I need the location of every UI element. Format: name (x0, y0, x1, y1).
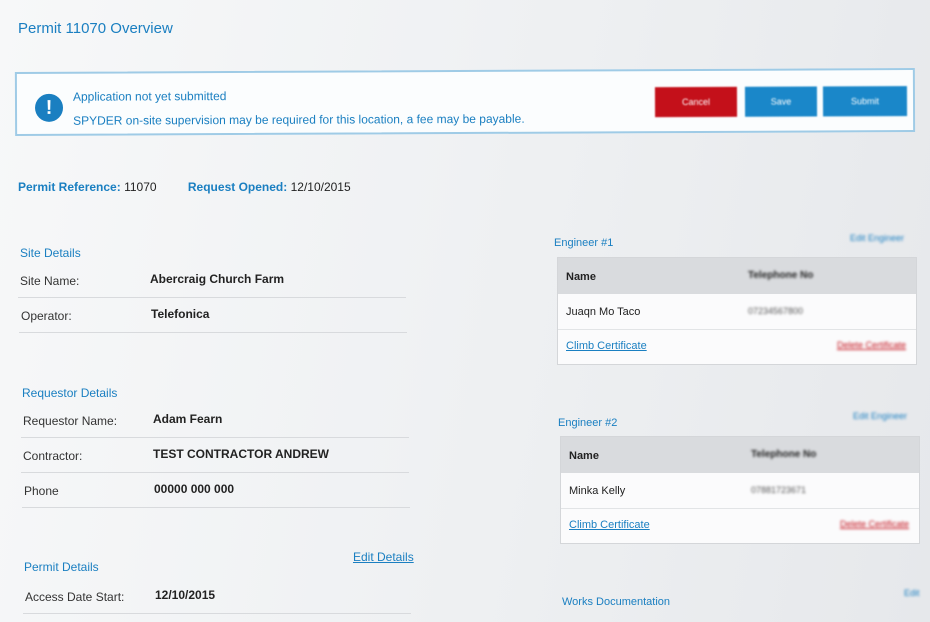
edit-works-link[interactable]: Edit (904, 588, 920, 598)
table-row: Minka Kelly 07881723671 (561, 473, 919, 509)
field-value: Telefonica (151, 307, 210, 321)
save-button[interactable]: Save (744, 86, 818, 117)
field-label: Operator: (21, 309, 72, 323)
page-title: Permit 11070 Overview (18, 20, 173, 37)
field-value: Adam Fearn (153, 412, 223, 426)
site-details-title: Site Details (20, 246, 81, 260)
field-value: 00000 000 000 (154, 482, 235, 496)
engineer-1-title: Engineer #1 (554, 237, 614, 249)
submit-button[interactable]: Submit (822, 86, 908, 117)
field-label: Requestor Name: (23, 414, 118, 428)
table-footer: Climb Certificate Delete Certificate (561, 509, 919, 543)
field-label: Contractor: (23, 449, 83, 463)
column-header-telephone: Telephone No (748, 270, 814, 281)
engineer-name: Minka Kelly (569, 485, 626, 497)
table-header: Name Telephone No (558, 258, 916, 294)
alert-title: Application not yet submitted (72, 89, 227, 104)
permit-ref-value: 11070 (124, 180, 157, 194)
phone-row: Phone 00000 000 000 (22, 474, 410, 508)
exclamation-icon: ! (34, 93, 64, 122)
alert-message: SPYDER on-site supervision may be requir… (73, 111, 525, 128)
request-opened-value: 12/10/2015 (290, 180, 351, 194)
engineer-2-table: Name Telephone No Minka Kelly 0788172367… (560, 436, 920, 544)
contractor-row: Contractor: TEST CONTRACTOR ANDREW (21, 439, 409, 473)
operator-row: Operator: Telefonica (19, 299, 407, 333)
climb-certificate-link[interactable]: Climb Certificate (566, 340, 647, 352)
table-row: Juaqn Mo Taco 07234567800 (558, 294, 916, 330)
access-date-start-row: Access Date Start: 12/10/2015 (23, 580, 411, 614)
table-footer: Climb Certificate Delete Certificate (558, 330, 916, 364)
field-value: 12/10/2015 (155, 588, 216, 602)
requestor-name-row: Requestor Name: Adam Fearn (21, 404, 409, 438)
delete-certificate-link[interactable]: Delete Certificate (840, 519, 909, 529)
cancel-button[interactable]: Cancel (654, 86, 738, 118)
permit-details-title: Permit Details (24, 560, 99, 574)
edit-engineer-2-link[interactable]: Edit Engineer (853, 411, 907, 421)
requestor-details-title: Requestor Details (22, 386, 118, 400)
permit-ref-label: Permit Reference: (18, 180, 121, 194)
works-documentation-title: Works Documentation (562, 596, 671, 608)
field-value: Abercraig Church Farm (150, 272, 285, 286)
climb-certificate-link[interactable]: Climb Certificate (569, 519, 650, 531)
engineer-1-table: Name Telephone No Juaqn Mo Taco 07234567… (557, 257, 917, 365)
site-name-row: Site Name: Abercraig Church Farm (18, 264, 406, 298)
column-header-name: Name (569, 450, 599, 462)
edit-details-link[interactable]: Edit Details (353, 550, 414, 564)
field-label: Access Date Start: (25, 590, 125, 604)
alert-banner: ! Application not yet submitted SPYDER o… (14, 68, 916, 136)
field-label: Phone (24, 484, 59, 498)
engineer-2-title: Engineer #2 (558, 417, 618, 429)
field-value: TEST CONTRACTOR ANDREW (153, 447, 329, 461)
engineer-phone: 07881723671 (751, 485, 807, 495)
references: Permit Reference: 11070 Request Opened: … (18, 180, 379, 194)
engineer-phone: 07234567800 (748, 306, 804, 316)
engineer-name: Juaqn Mo Taco (566, 306, 641, 318)
table-header: Name Telephone No (561, 437, 919, 473)
edit-engineer-1-link[interactable]: Edit Engineer (850, 233, 904, 243)
field-label: Site Name: (20, 274, 80, 288)
column-header-name: Name (566, 271, 596, 283)
request-opened-label: Request Opened: (187, 180, 288, 194)
column-header-telephone: Telephone No (751, 449, 817, 460)
delete-certificate-link[interactable]: Delete Certificate (837, 340, 906, 350)
